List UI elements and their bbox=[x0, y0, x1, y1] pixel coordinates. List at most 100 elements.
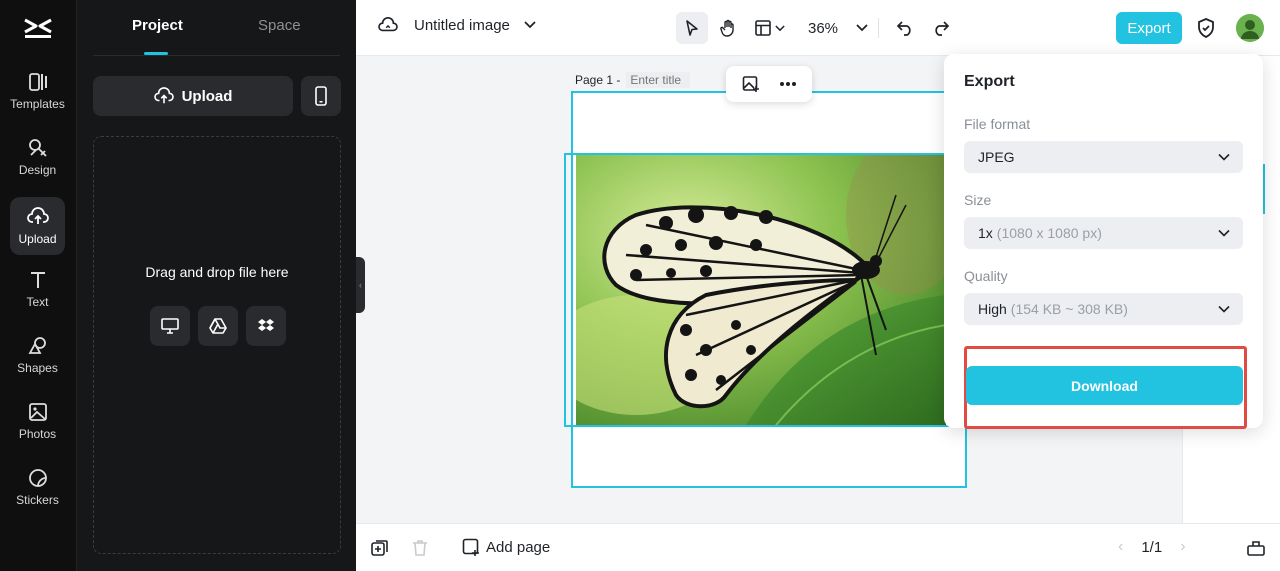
templates-icon bbox=[28, 73, 47, 91]
chevron-down-icon bbox=[1218, 229, 1230, 237]
capcut-logo-icon[interactable] bbox=[22, 14, 54, 42]
rail-item-upload[interactable]: Upload bbox=[10, 197, 65, 255]
duplicate-page-icon[interactable] bbox=[370, 538, 390, 558]
layers-panel-icon[interactable] bbox=[1246, 538, 1266, 558]
rail-item-shapes[interactable]: Shapes bbox=[10, 326, 65, 384]
shield-icon[interactable] bbox=[1194, 16, 1218, 40]
collapse-panel-handle[interactable]: ‹ bbox=[356, 257, 365, 313]
quality-detail: (154 KB ~ 308 KB) bbox=[1010, 301, 1128, 317]
hand-tool-button[interactable] bbox=[712, 12, 744, 44]
redo-icon bbox=[935, 21, 950, 36]
top-bar: Untitled image 36% Export bbox=[356, 0, 1280, 56]
rail-item-photos[interactable]: Photos bbox=[10, 392, 65, 450]
rail-label: Upload bbox=[18, 232, 57, 246]
document-title: Untitled image bbox=[414, 16, 510, 34]
quality-select[interactable]: High (154 KB ~ 308 KB) bbox=[964, 293, 1243, 325]
size-select[interactable]: 1x (1080 x 1080 px) bbox=[964, 217, 1243, 249]
more-icon bbox=[779, 82, 796, 86]
page-label: Page 1 - bbox=[575, 72, 691, 88]
rail-label: Shapes bbox=[17, 361, 58, 375]
layout-dropdown-button[interactable] bbox=[748, 12, 792, 44]
quality-value: High bbox=[978, 301, 1007, 317]
page-counter: 1/1 bbox=[1141, 538, 1163, 556]
file-format-value: JPEG bbox=[978, 149, 1015, 165]
quality-label: Quality bbox=[964, 268, 1008, 284]
panel-tabs: Project Space bbox=[93, 0, 340, 56]
chevron-down-icon bbox=[524, 21, 536, 29]
download-button[interactable]: Download bbox=[966, 366, 1243, 405]
rail-label: Templates bbox=[10, 97, 65, 111]
file-format-label: File format bbox=[964, 116, 1031, 132]
butterfly-image[interactable] bbox=[576, 155, 946, 425]
rail-label: Stickers bbox=[16, 493, 59, 507]
upload-button[interactable]: Upload bbox=[93, 76, 293, 116]
rail-item-templates[interactable]: Templates bbox=[10, 62, 65, 120]
zoom-chevron-down-icon[interactable] bbox=[856, 24, 868, 32]
rail-item-design[interactable]: Design bbox=[10, 128, 65, 186]
upload-from-computer-button[interactable] bbox=[150, 306, 190, 346]
google-drive-icon bbox=[209, 318, 227, 334]
more-options-button[interactable] bbox=[773, 69, 803, 99]
mobile-upload-button[interactable] bbox=[301, 76, 341, 116]
tab-project[interactable]: Project bbox=[132, 17, 183, 34]
phone-icon bbox=[315, 86, 327, 106]
tab-space[interactable]: Space bbox=[258, 17, 301, 34]
design-icon bbox=[28, 139, 47, 157]
export-panel: Export File format JPEG Size 1x (1080 x … bbox=[944, 54, 1263, 429]
undo-button[interactable] bbox=[889, 12, 921, 44]
shapes-icon bbox=[27, 337, 46, 354]
add-page-button[interactable]: Add page bbox=[462, 538, 550, 556]
replace-image-button[interactable] bbox=[736, 69, 766, 99]
export-button[interactable]: Export bbox=[1116, 12, 1182, 44]
upload-from-dropbox-button[interactable] bbox=[246, 306, 286, 346]
size-detail: (1080 x 1080 px) bbox=[996, 225, 1102, 241]
avatar[interactable] bbox=[1236, 14, 1264, 42]
upload-button-label: Upload bbox=[181, 87, 233, 105]
image-add-icon bbox=[742, 76, 759, 92]
cloud-upload-icon bbox=[153, 87, 174, 104]
redo-button[interactable] bbox=[925, 12, 957, 44]
add-page-icon bbox=[462, 538, 479, 556]
size-label: Size bbox=[964, 192, 992, 208]
undo-icon bbox=[896, 21, 911, 36]
chevron-down-icon bbox=[775, 24, 785, 31]
select-tool-button[interactable] bbox=[676, 12, 708, 44]
photos-icon bbox=[28, 403, 47, 421]
document-title-menu[interactable]: Untitled image bbox=[378, 16, 536, 34]
chevron-down-icon bbox=[1218, 305, 1230, 313]
dropbox-icon bbox=[258, 319, 274, 331]
zoom-level[interactable]: 36% bbox=[808, 20, 838, 37]
page-label-text: Page 1 - bbox=[575, 73, 621, 87]
cloud-icon bbox=[378, 17, 398, 32]
image-floating-toolbar bbox=[726, 66, 812, 102]
butterfly-photo-icon bbox=[576, 155, 946, 425]
layout-icon bbox=[755, 20, 771, 36]
canvas-tools: 36% bbox=[676, 12, 957, 44]
rail-label: Design bbox=[18, 163, 57, 177]
add-page-label: Add page bbox=[486, 538, 551, 556]
rail-label: Text bbox=[26, 295, 49, 309]
file-format-select[interactable]: JPEG bbox=[964, 141, 1243, 173]
trash-icon[interactable] bbox=[410, 538, 430, 558]
page-navigator: ‹ 1/1 › bbox=[1118, 538, 1186, 556]
page-title-input[interactable] bbox=[626, 72, 691, 88]
rail-label: Photos bbox=[18, 427, 57, 441]
user-avatar-icon bbox=[1236, 14, 1264, 42]
stickers-icon bbox=[28, 469, 47, 487]
export-panel-title: Export bbox=[964, 73, 1015, 90]
monitor-icon bbox=[161, 318, 179, 334]
drop-zone[interactable]: Drag and drop file here bbox=[93, 136, 341, 554]
rail-item-text[interactable]: Text bbox=[10, 260, 65, 318]
upload-from-google-drive-button[interactable] bbox=[198, 306, 238, 346]
size-value: 1x bbox=[978, 225, 993, 241]
prev-page-button[interactable]: ‹ bbox=[1118, 538, 1123, 556]
pointer-icon bbox=[686, 20, 698, 36]
toolbar-divider bbox=[878, 18, 880, 38]
text-icon bbox=[30, 272, 45, 288]
side-panel: Project Space Upload Drag and drop file … bbox=[76, 0, 356, 571]
next-page-button[interactable]: › bbox=[1180, 538, 1185, 556]
left-rail: Templates Design Upload Text Shapes Phot… bbox=[0, 0, 76, 571]
chevron-down-icon bbox=[1218, 153, 1230, 161]
rail-item-stickers[interactable]: Stickers bbox=[10, 458, 65, 516]
drop-zone-text: Drag and drop file here bbox=[145, 264, 289, 280]
